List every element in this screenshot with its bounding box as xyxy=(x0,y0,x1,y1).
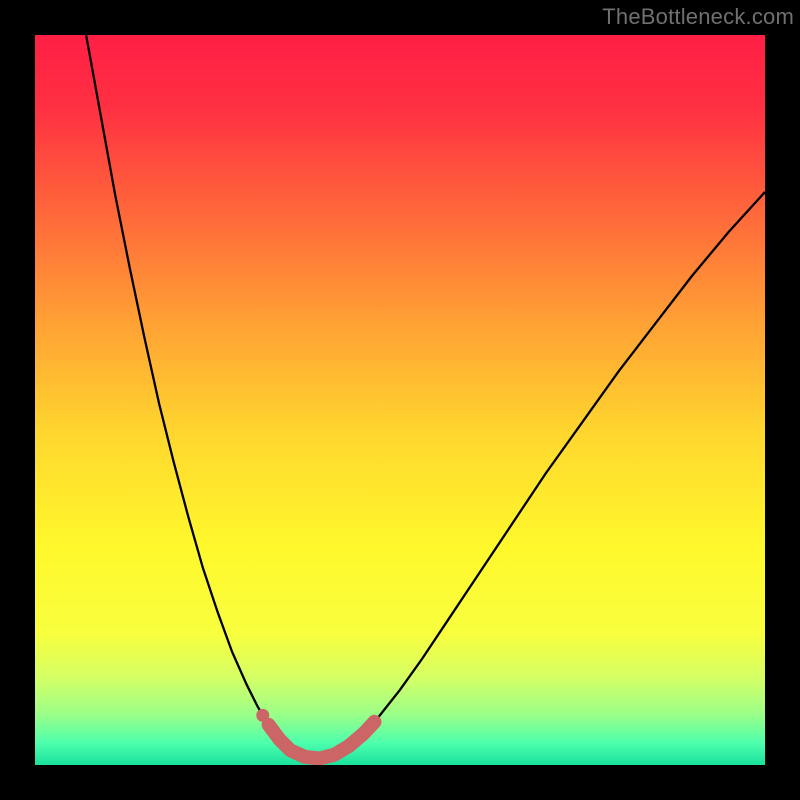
highlight-dot xyxy=(256,709,269,722)
plot-area xyxy=(35,35,765,765)
chart-background xyxy=(35,35,765,765)
chart-frame: TheBottleneck.com xyxy=(0,0,800,800)
watermark-text: TheBottleneck.com xyxy=(602,4,794,30)
chart-svg xyxy=(35,35,765,765)
